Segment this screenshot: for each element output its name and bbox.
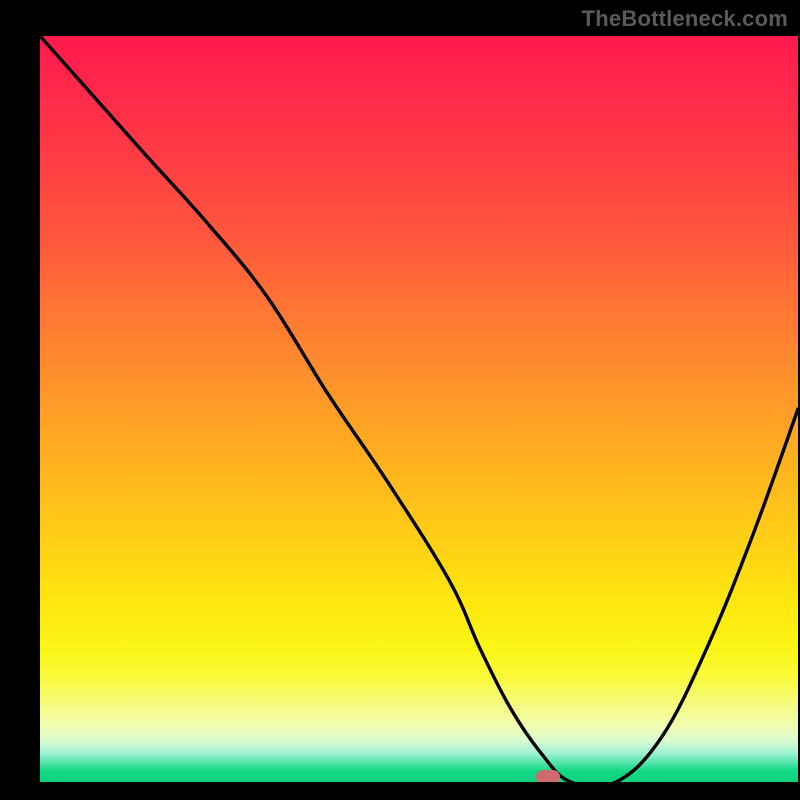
chart-frame: TheBottleneck.com [0,0,800,800]
bottleneck-curve [40,36,798,782]
watermark-label: TheBottleneck.com [582,6,788,32]
plot-area [40,36,798,782]
optimum-marker [536,770,560,782]
